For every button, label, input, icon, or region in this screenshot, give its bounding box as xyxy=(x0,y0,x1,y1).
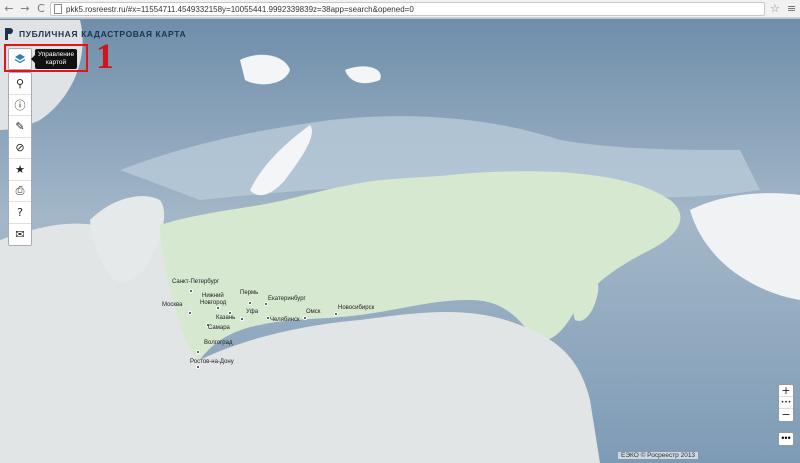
measure-button[interactable]: ⊘ xyxy=(9,138,31,159)
city-label[interactable]: Екатеринбург xyxy=(268,296,306,302)
city-label[interactable]: Волгоград xyxy=(204,340,232,346)
city-dot[interactable] xyxy=(196,350,200,354)
forward-icon[interactable]: → xyxy=(18,2,32,16)
pencil-icon: ✎ xyxy=(15,119,25,133)
city-label[interactable]: Ростов-на-Дону xyxy=(190,359,234,365)
city-label[interactable]: Нижний xyxy=(202,293,224,299)
map-view[interactable] xyxy=(0,19,800,463)
city-label[interactable]: Казань xyxy=(216,315,235,321)
info-button[interactable]: ⓘ xyxy=(9,95,31,116)
draw-button[interactable]: ✎ xyxy=(9,116,31,138)
city-label[interactable]: Москва xyxy=(162,302,182,308)
city-dot[interactable] xyxy=(216,306,220,310)
city-label[interactable]: Омск xyxy=(306,309,320,315)
print-icon: ⎙ xyxy=(15,183,25,197)
star-icon: ★ xyxy=(15,162,25,176)
copyright: ЕЭКО © Росреестр 2013 xyxy=(618,452,699,459)
city-dot[interactable] xyxy=(240,317,244,321)
city-label[interactable]: Пермь xyxy=(240,290,258,296)
browser-menu-icon[interactable]: ≡ xyxy=(787,2,796,15)
city-label[interactable]: Новгород xyxy=(200,300,226,306)
more-options-button[interactable]: ••• xyxy=(778,432,794,446)
print-button[interactable]: ⎙ xyxy=(9,181,31,202)
bookmark-star-icon[interactable]: ☆ xyxy=(770,2,780,15)
tooltip: Управление картой xyxy=(31,49,77,69)
city-label[interactable]: Санкт-Петербург xyxy=(172,279,219,285)
city-dot[interactable] xyxy=(264,302,268,306)
zoom-controls: + ••• − xyxy=(778,384,794,422)
city-dot[interactable] xyxy=(196,365,200,369)
city-dot[interactable] xyxy=(334,312,338,316)
help-icon: ? xyxy=(17,205,23,219)
search-icon: ⚲ xyxy=(15,76,25,90)
browser-toolbar: ← → C pkk5.rosreestr.ru/#x=11554711.4549… xyxy=(0,0,800,18)
city-dot[interactable] xyxy=(248,301,252,305)
page-icon xyxy=(54,4,62,14)
city-dot[interactable] xyxy=(188,311,192,315)
search-button[interactable]: ⚲ xyxy=(9,73,31,95)
feedback-button[interactable]: ✉ xyxy=(9,224,31,246)
back-icon[interactable]: ← xyxy=(2,2,16,16)
city-label[interactable]: Уфа xyxy=(246,309,258,315)
zoom-out-button[interactable]: − xyxy=(779,409,793,421)
favorites-button[interactable]: ★ xyxy=(9,159,31,181)
city-dot[interactable] xyxy=(189,289,193,293)
no-measure-icon: ⊘ xyxy=(15,141,25,155)
map-tools-panel: ⚲ ⓘ ✎ ⊘ ★ ⎙ ? ✉ xyxy=(8,72,32,246)
help-button[interactable]: ? xyxy=(9,202,31,224)
mail-icon: ✉ xyxy=(15,227,25,241)
annotation-number: 1 xyxy=(96,36,114,76)
reload-icon[interactable]: C xyxy=(34,2,48,16)
address-bar[interactable]: pkk5.rosreestr.ru/#x=11554711.4549332158… xyxy=(50,2,765,16)
rosreestr-logo-icon xyxy=(4,28,14,40)
info-icon: ⓘ xyxy=(14,98,26,112)
city-label[interactable]: Челябинск xyxy=(270,317,300,323)
zoom-in-button[interactable]: + xyxy=(779,385,793,397)
url-text[interactable]: pkk5.rosreestr.ru/#x=11554711.4549332158… xyxy=(66,5,414,14)
city-label[interactable]: Самара xyxy=(208,325,230,331)
map-canvas[interactable] xyxy=(0,19,800,463)
city-label[interactable]: Новосибирск xyxy=(338,305,374,311)
city-dot[interactable] xyxy=(303,316,307,320)
